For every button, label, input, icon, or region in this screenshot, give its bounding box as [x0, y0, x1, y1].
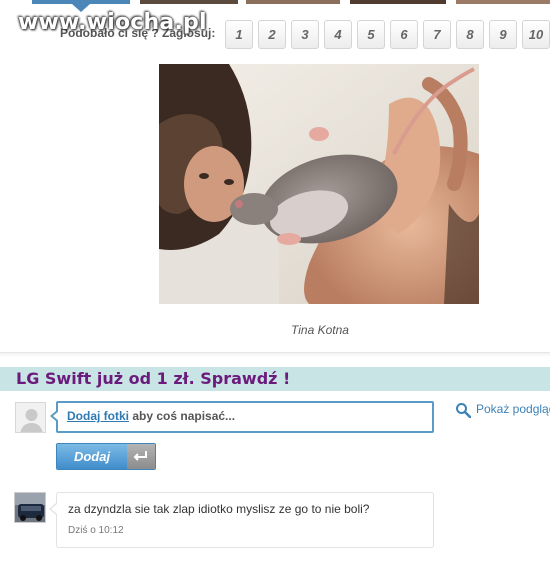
vote-button-4[interactable]: 4 [324, 20, 352, 49]
add-comment-button[interactable]: Dodaj [56, 443, 156, 470]
vote-button-5[interactable]: 5 [357, 20, 385, 49]
promo-text[interactable]: LG Swift już od 1 zł. Sprawdź ! [16, 369, 290, 388]
default-avatar-icon [15, 402, 46, 433]
comment-input-hint: aby coś napisać... [129, 409, 236, 423]
vote-button-7[interactable]: 7 [423, 20, 451, 49]
thumbnail[interactable] [350, 0, 446, 4]
vote-button-10[interactable]: 10 [522, 20, 550, 49]
vote-button-1[interactable]: 1 [225, 20, 253, 49]
thumbnail[interactable] [246, 0, 340, 4]
post-photo[interactable] [159, 64, 479, 304]
add-comment-label[interactable]: Dodaj [57, 444, 127, 469]
preview-label[interactable]: Pokaż podgląd [476, 402, 550, 416]
divider [0, 352, 550, 357]
site-watermark: www.wiocha.pl [18, 10, 207, 35]
vote-button-3[interactable]: 3 [291, 20, 319, 49]
thumbnail[interactable] [140, 0, 238, 4]
photo-caption: Tina Kotna [291, 323, 349, 337]
vote-button-8[interactable]: 8 [456, 20, 484, 49]
comment-box-pointer-inner [53, 411, 59, 421]
comment-card: za dzyndzla sie tak zlap idiotko myslisz… [56, 492, 434, 548]
magnifier-icon [456, 403, 472, 419]
promo-banner[interactable]: LG Swift już od 1 zł. Sprawdź ! [0, 367, 550, 391]
comment-timestamp: Dziś o 10:12 [68, 525, 124, 536]
comment-author-avatar[interactable] [14, 492, 46, 523]
preview-link[interactable]: Pokaż podgląd [455, 402, 550, 421]
thumbnail[interactable] [456, 0, 550, 4]
enter-arrow-icon[interactable] [127, 444, 155, 469]
vote-button-9[interactable]: 9 [489, 20, 517, 49]
add-photos-link[interactable]: Dodaj fotki [67, 409, 129, 423]
photo-illustration [159, 64, 479, 304]
vote-button-2[interactable]: 2 [258, 20, 286, 49]
vote-button-6[interactable]: 6 [390, 20, 418, 49]
comment-input[interactable]: Dodaj fotki aby coś napisać... [56, 401, 434, 433]
comment-pointer-inner [51, 504, 57, 514]
comment-text: za dzyndzla sie tak zlap idiotko myslisz… [68, 502, 370, 516]
